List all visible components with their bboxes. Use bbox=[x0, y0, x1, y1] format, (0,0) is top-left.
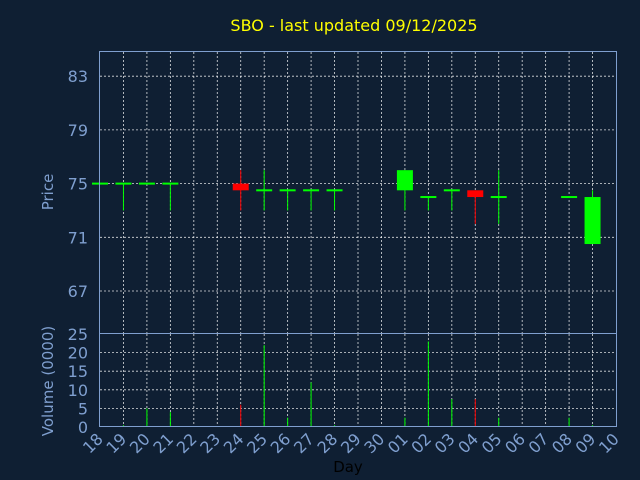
volume-tick-label: 5 bbox=[78, 399, 88, 418]
volume-tick-label: 10 bbox=[68, 381, 88, 400]
candle-body bbox=[584, 197, 601, 245]
candle-body bbox=[138, 182, 155, 185]
volume-grid bbox=[100, 334, 616, 427]
candle-body bbox=[420, 196, 437, 199]
volume-tick-label: 15 bbox=[68, 362, 88, 381]
candle-body bbox=[326, 189, 343, 192]
candle-body bbox=[490, 196, 507, 199]
volume-tick-label: 0 bbox=[78, 418, 88, 437]
volume-tick-label: 25 bbox=[68, 325, 88, 344]
volume-series bbox=[99, 341, 594, 427]
candle-body bbox=[232, 183, 249, 191]
candle-body bbox=[467, 190, 484, 198]
volume-axis-label: Volume (0000) bbox=[39, 326, 57, 436]
candle-body bbox=[561, 196, 578, 199]
price-grid bbox=[100, 52, 616, 334]
price-tick-label: 79 bbox=[68, 121, 88, 140]
x-tick-label: 10 bbox=[595, 429, 623, 457]
candle-body bbox=[162, 182, 179, 185]
x-ticks: 1819202122232425262728293001020304050607… bbox=[79, 429, 623, 457]
candle-body bbox=[279, 189, 296, 192]
volume-y-ticks: 0510152025 bbox=[68, 325, 88, 437]
candlestick-series bbox=[92, 170, 601, 245]
volume-tick-label: 20 bbox=[68, 344, 88, 363]
price-tick-label: 83 bbox=[68, 67, 88, 86]
chart-title: SBO - last updated 09/12/2025 bbox=[230, 16, 477, 35]
candle-body bbox=[396, 170, 413, 191]
price-axis-label: Price bbox=[39, 174, 57, 211]
candle-body bbox=[443, 189, 460, 192]
stock-chart: SBO - last updated 09/12/2025 67 71 75 79 83… bbox=[39, 16, 623, 476]
candle-body bbox=[303, 189, 320, 192]
price-tick-label: 71 bbox=[68, 228, 88, 247]
x-axis-label: Day bbox=[333, 458, 363, 476]
price-tick-label: 75 bbox=[68, 175, 88, 194]
candle-body bbox=[115, 182, 132, 185]
price-y-ticks: 67 71 75 79 83 bbox=[68, 67, 88, 301]
price-tick-label: 67 bbox=[68, 282, 88, 301]
candle-body bbox=[256, 189, 273, 192]
